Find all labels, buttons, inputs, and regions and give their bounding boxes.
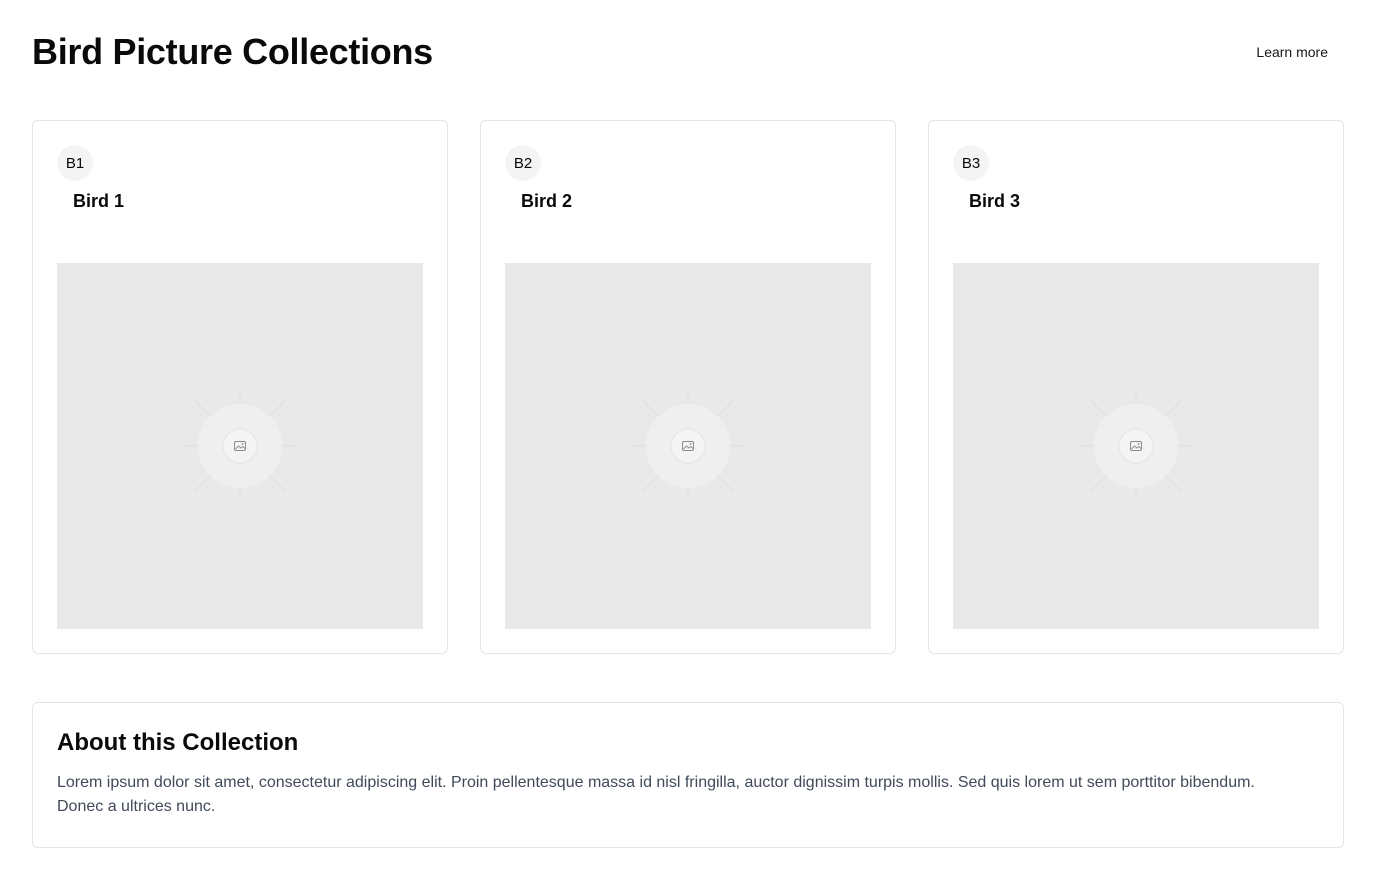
bird-card-3[interactable]: B3 Bird 3 <box>928 120 1344 654</box>
about-section: About this Collection Lorem ipsum dolor … <box>32 702 1344 848</box>
image-placeholder-icon <box>185 391 295 501</box>
avatar-badge: B2 <box>505 145 541 181</box>
image-placeholder <box>505 263 871 629</box>
image-placeholder <box>953 263 1319 629</box>
about-text: Lorem ipsum dolor sit amet, consectetur … <box>57 774 1255 815</box>
avatar-badge: B1 <box>57 145 93 181</box>
image-placeholder-icon <box>1081 391 1191 501</box>
card-title: Bird 3 <box>969 191 1021 211</box>
page-title: Bird Picture Collections <box>32 31 433 72</box>
image-placeholder-icon <box>633 391 743 501</box>
bird-card-1[interactable]: B1 Bird 1 <box>32 120 448 654</box>
image-placeholder <box>57 263 423 629</box>
learn-more-button[interactable]: Learn more <box>1240 36 1344 68</box>
card-title: Bird 2 <box>521 191 573 211</box>
about-title: About this Collection <box>57 729 299 756</box>
card-title: Bird 1 <box>73 191 125 211</box>
avatar-badge: B3 <box>953 145 989 181</box>
header: Bird Picture Collections Learn more <box>32 28 1344 76</box>
page: Bird Picture Collections Learn more B1 B… <box>0 0 1376 880</box>
card-grid: B1 Bird 1 B2 Bird 2 B3 Bird 3 <box>32 120 1344 654</box>
bird-card-2[interactable]: B2 Bird 2 <box>480 120 896 654</box>
